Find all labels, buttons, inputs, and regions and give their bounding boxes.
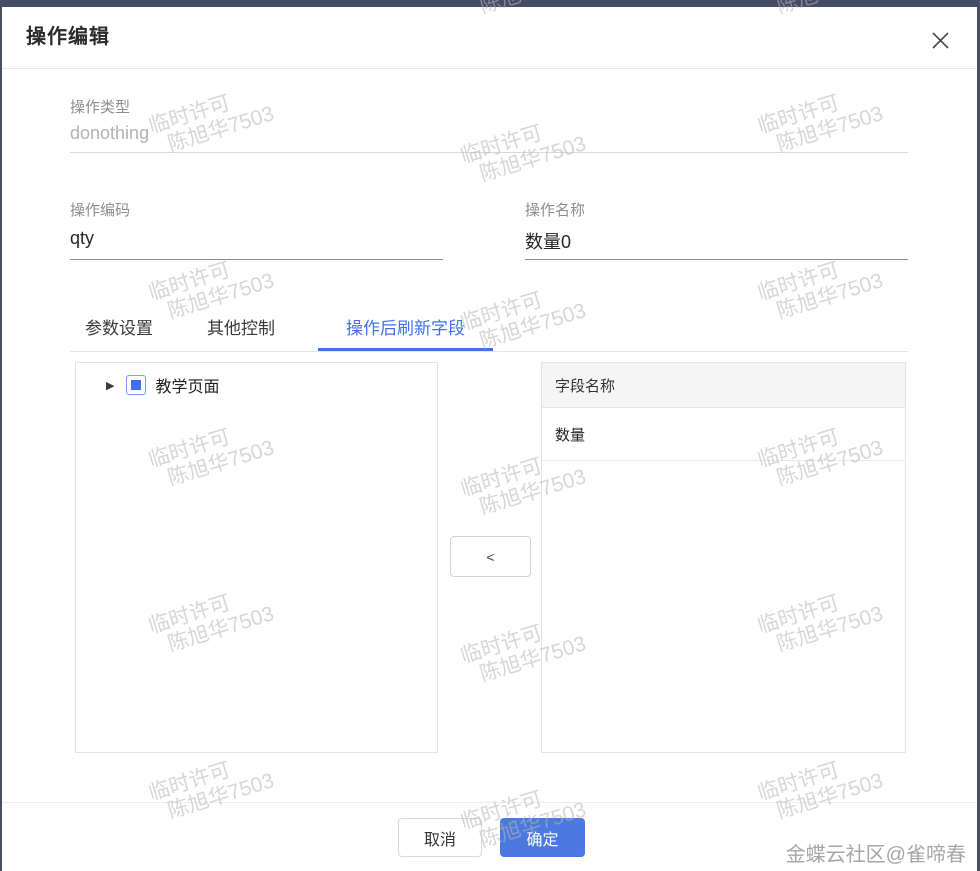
- selected-fields-panel: 字段名称 数量: [541, 362, 906, 753]
- tree-expand-arrow-icon[interactable]: ▶: [106, 379, 114, 392]
- operation-type-label: 操作类型: [70, 99, 131, 116]
- community-credit-text: 金蝶云社区@雀啼春: [785, 844, 966, 866]
- tab-other-control[interactable]: 其他控制: [207, 314, 275, 351]
- operation-code-input[interactable]: qty: [70, 228, 94, 249]
- operation-name-input[interactable]: 数量0: [525, 228, 571, 254]
- tree-node-checkbox[interactable]: [126, 375, 147, 395]
- move-left-button[interactable]: <: [450, 536, 531, 577]
- operation-name-label: 操作名称: [525, 202, 586, 219]
- dialog-header: [2, 7, 977, 69]
- close-button[interactable]: [926, 26, 954, 54]
- tree-node-label: 教学页面: [155, 379, 220, 396]
- operation-code-underline: [70, 259, 443, 260]
- selected-fields-table-header: 字段名称: [542, 363, 905, 408]
- table-row[interactable]: 数量: [542, 408, 905, 461]
- operation-type-underline: [70, 152, 908, 153]
- close-icon: [931, 31, 949, 49]
- checkbox-indeterminate-mark: [131, 380, 142, 390]
- tab-parameter-settings[interactable]: 参数设置: [85, 314, 153, 351]
- tree-node-teaching-page[interactable]: ▶ 教学页面: [106, 372, 219, 398]
- operation-code-label: 操作编码: [70, 202, 131, 219]
- dialog-title: 操作编辑: [26, 26, 110, 48]
- tab-refresh-fields-after-operation[interactable]: 操作后刷新字段: [318, 314, 493, 351]
- operation-type-value: donothing: [70, 123, 150, 143]
- field-tree-panel: ▶ 教学页面: [75, 362, 438, 753]
- tabs-divider: [70, 351, 908, 352]
- page-top-bar: [0, 0, 980, 7]
- operation-name-underline: [525, 259, 908, 260]
- footer-divider: [2, 802, 977, 803]
